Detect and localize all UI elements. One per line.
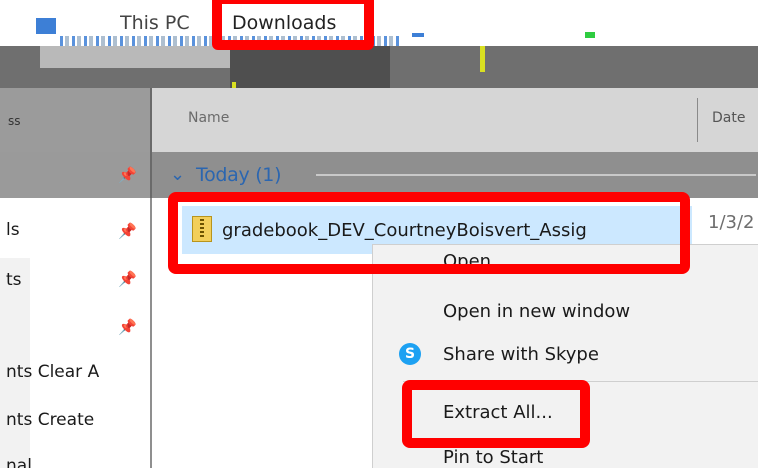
menu-item-share-skype[interactable]: Share with Skype xyxy=(443,344,599,365)
pin-icon: 📌 xyxy=(118,222,137,240)
file-explorer-window: This PC Downloads ss Name Date 📌 ⌄ Today… xyxy=(0,0,758,468)
pane-divider[interactable] xyxy=(150,88,152,152)
column-header-name[interactable]: Name xyxy=(188,110,229,126)
nav-item[interactable]: nts Clear A xyxy=(6,362,99,382)
menu-item-pin-to-start[interactable]: Pin to Start xyxy=(443,447,543,468)
nav-item[interactable]: ls xyxy=(6,220,20,240)
chevron-down-icon[interactable]: ⌄ xyxy=(170,164,185,185)
folder-icon xyxy=(36,18,56,34)
nav-item[interactable]: nal xyxy=(6,456,32,468)
nav-item[interactable]: nts Create xyxy=(6,410,94,430)
artifact-green xyxy=(585,32,595,38)
pin-icon: 📌 xyxy=(118,270,137,288)
toolbar-band xyxy=(0,46,758,88)
pane-divider xyxy=(150,152,152,198)
group-divider-line xyxy=(316,174,756,176)
annotation-box-file xyxy=(168,192,690,274)
group-today-label[interactable]: Today (1) xyxy=(196,164,282,186)
artifact-blue xyxy=(412,33,424,37)
annotation-box-downloads xyxy=(212,0,374,50)
nav-item[interactable]: ts xyxy=(6,270,22,290)
annotation-box-extract-all xyxy=(402,380,590,448)
pin-icon: 📌 xyxy=(118,318,137,336)
address-bar[interactable]: This PC Downloads xyxy=(0,0,758,46)
column-header-date[interactable]: Date xyxy=(712,110,745,126)
skype-icon: S xyxy=(399,343,421,365)
breadcrumb-this-pc[interactable]: This PC xyxy=(120,12,212,34)
pin-icon: 📌 xyxy=(118,166,137,184)
nav-header-text: ss xyxy=(8,114,21,128)
menu-item-open-new-window[interactable]: Open in new window xyxy=(443,301,630,322)
column-header-row: ss Name Date xyxy=(0,88,758,152)
column-separator[interactable] xyxy=(697,98,698,142)
navigation-pane: ls 📌 ts 📌 📌 nts Clear A nts Create nal xyxy=(0,198,152,468)
file-date: 1/3/2 xyxy=(708,212,755,233)
